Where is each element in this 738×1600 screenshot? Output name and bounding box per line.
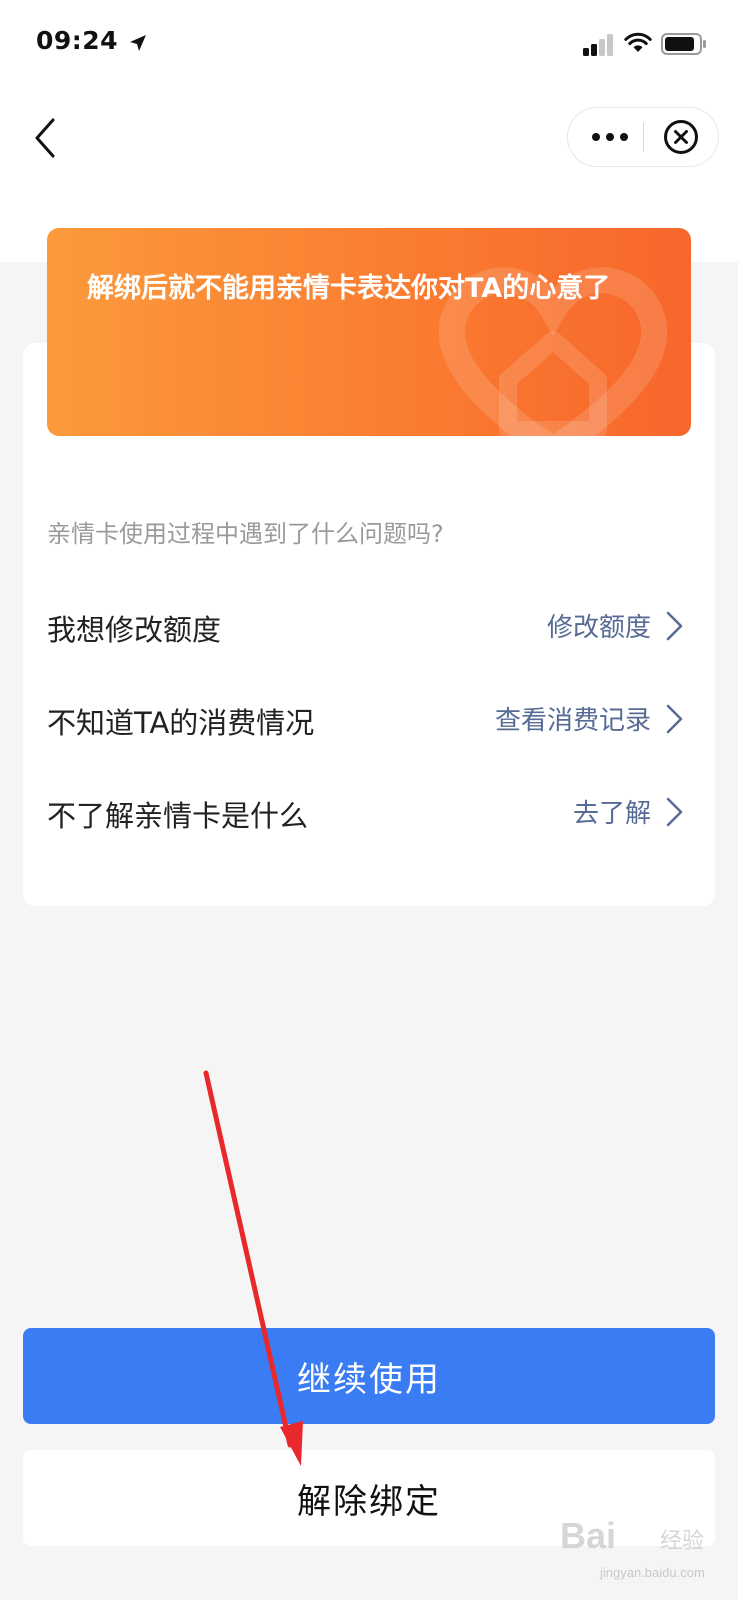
miniprogram-capsule	[567, 107, 719, 167]
cellular-signal-icon	[583, 34, 613, 56]
back-button[interactable]	[28, 115, 62, 161]
capsule-divider	[643, 122, 644, 152]
row-action-text: 查看消费记录	[494, 706, 651, 736]
more-dots-icon	[592, 133, 628, 141]
battery-icon	[661, 33, 706, 55]
wifi-icon	[624, 32, 652, 52]
status-time: 09:24	[36, 26, 119, 55]
problem-question: 亲情卡使用过程中遇到了什么问题吗?	[47, 520, 444, 548]
chevron-right-icon	[666, 704, 683, 733]
unbind-warning-banner: 解绑后就不能用亲情卡表达你对TA的心意了	[47, 228, 691, 436]
chevron-right-icon	[666, 611, 683, 640]
row-action-text: 修改额度	[546, 613, 651, 643]
modify-limit-link[interactable]: 修改额度	[547, 607, 685, 644]
view-spending-link[interactable]: 查看消费记录	[495, 700, 685, 737]
watermark-cn: 经验	[660, 1529, 705, 1554]
learn-more-link[interactable]: 去了解	[573, 793, 685, 830]
location-arrow-icon	[130, 35, 146, 51]
row-modify-limit[interactable]: 我想修改额度 修改额度	[47, 593, 685, 663]
row-learn-more[interactable]: 不了解亲情卡是什么 去了解	[47, 779, 685, 849]
chevron-right-icon	[666, 797, 683, 826]
row-label: 不知道TA的消费情况	[47, 706, 315, 740]
row-label: 我想修改额度	[47, 613, 222, 647]
row-label: 不了解亲情卡是什么	[47, 799, 309, 833]
watermark-brand: Bai	[560, 1515, 617, 1556]
close-button[interactable]	[651, 108, 711, 166]
baidu-jingyan-watermark: Bai 经验 jingyan.baidu.com	[560, 1515, 710, 1585]
continue-using-button[interactable]: 继续使用	[23, 1328, 715, 1424]
house-heart-icon	[438, 267, 668, 436]
row-action-text: 去了解	[572, 799, 651, 829]
row-spending[interactable]: 不知道TA的消费情况 查看消费记录	[47, 686, 685, 756]
more-button[interactable]	[580, 108, 640, 166]
close-circle-icon	[664, 120, 698, 154]
watermark-url: jingyan.baidu.com	[600, 1565, 705, 1580]
chevron-left-icon	[35, 118, 55, 158]
